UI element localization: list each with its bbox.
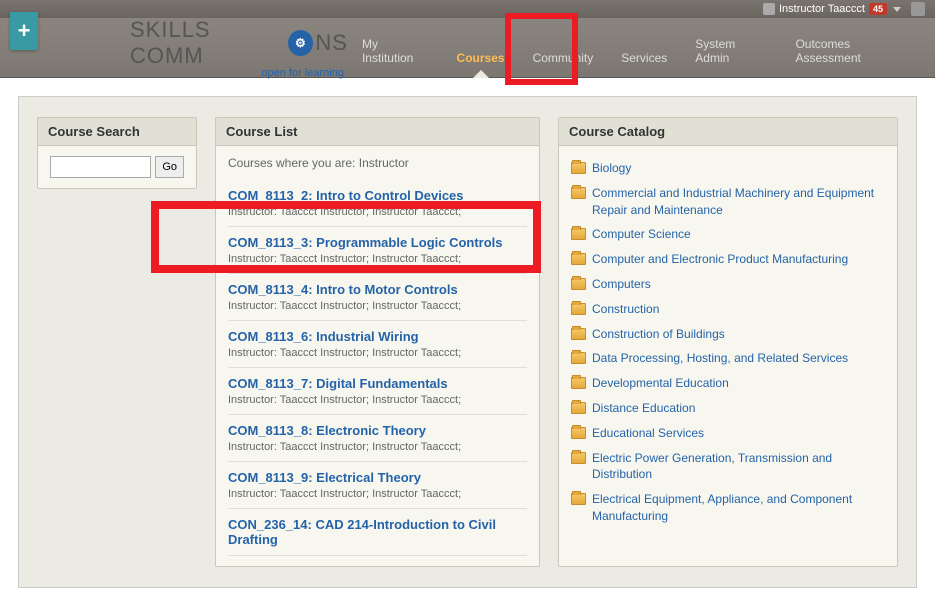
folder-icon xyxy=(571,303,586,315)
folder-icon xyxy=(571,452,586,464)
course-meta: Instructor: Taaccct Instructor; Instruct… xyxy=(228,300,527,312)
catalog-link[interactable]: Construction xyxy=(592,301,659,318)
catalog-item: Biology xyxy=(571,156,885,181)
course-link[interactable]: CON_236_14: CAD 214-Introduction to Civi… xyxy=(228,517,496,547)
course-meta: Instructor: Taaccct Instructor; Instruct… xyxy=(228,206,527,218)
catalog-item: Construction xyxy=(571,297,885,322)
main-nav: My Institution Courses Community Service… xyxy=(348,18,935,77)
user-icon xyxy=(763,3,775,15)
course-link[interactable]: COM_8113_3: Programmable Logic Controls xyxy=(228,235,503,250)
course-search-panel: Course Search Go xyxy=(37,117,197,189)
course-item: CON_236_14: CAD 214-Introduction to Civi… xyxy=(228,509,527,556)
add-button[interactable]: + xyxy=(10,12,38,50)
course-meta: Instructor: Taaccct Instructor; Instruct… xyxy=(228,488,527,500)
course-item: COM_8113_4: Intro to Motor Controls Instr… xyxy=(228,274,527,321)
folder-icon xyxy=(571,278,586,290)
logo-post: NS xyxy=(315,30,348,56)
user-menu[interactable]: Instructor Taaccct 45 xyxy=(763,2,925,16)
course-link[interactable]: COM_8113_8: Electronic Theory xyxy=(228,423,426,438)
catalog-item: Educational Services xyxy=(571,421,885,446)
logo-pre: SKILLS COMM xyxy=(130,17,286,69)
catalog-item: Developmental Education xyxy=(571,371,885,396)
course-catalog-panel: Course Catalog Biology Commercial and Ind… xyxy=(558,117,898,567)
folder-icon xyxy=(571,427,586,439)
catalog-link[interactable]: Developmental Education xyxy=(592,375,729,392)
course-list-intro: Courses where you are: Instructor xyxy=(228,156,527,170)
course-item: COM_8113_8: Electronic Theory Instructor:… xyxy=(228,415,527,462)
course-meta: Instructor: Taaccct Instructor; Instruct… xyxy=(228,441,527,453)
catalog-link[interactable]: Computer and Electronic Product Manufact… xyxy=(592,251,848,268)
logout-icon[interactable] xyxy=(911,2,925,16)
search-panel-title: Course Search xyxy=(38,118,196,146)
catalog-title: Course Catalog xyxy=(559,118,897,146)
catalog-link[interactable]: Distance Education xyxy=(592,400,695,417)
course-meta: Instructor: Taaccct Instructor; Instruct… xyxy=(228,394,527,406)
search-input[interactable] xyxy=(50,156,151,178)
course-item: COM_8113_2: Intro to Control Devices Inst… xyxy=(228,180,527,227)
course-item: COM_8113_7: Digital Fundamentals Instruct… xyxy=(228,368,527,415)
catalog-item: Data Processing, Hosting, and Related Se… xyxy=(571,346,885,371)
catalog-item: Electric Power Generation, Transmission … xyxy=(571,446,885,488)
logo[interactable]: SKILLS COMM ⚙ NS open for learning xyxy=(130,17,348,79)
catalog-item: Computer and Electronic Product Manufact… xyxy=(571,247,885,272)
nav-outcomes[interactable]: Outcomes Assessment xyxy=(781,37,925,77)
catalog-link[interactable]: Computers xyxy=(592,276,651,293)
course-meta: Instructor: Taaccct Instructor; Instruct… xyxy=(228,253,527,265)
catalog-link[interactable]: Data Processing, Hosting, and Related Se… xyxy=(592,350,848,367)
nav-services[interactable]: Services xyxy=(607,51,681,77)
course-item: COM_8113_6: Industrial Wiring Instructor:… xyxy=(228,321,527,368)
catalog-item: Construction of Buildings xyxy=(571,322,885,347)
folder-icon xyxy=(571,352,586,364)
course-link[interactable]: COM_8113_2: Intro to Control Devices xyxy=(228,188,464,203)
folder-icon xyxy=(571,253,586,265)
folder-icon xyxy=(571,493,586,505)
course-list-panel: Course List Courses where you are: Instr… xyxy=(215,117,540,567)
nav-system-admin[interactable]: System Admin xyxy=(681,37,781,77)
catalog-item: Electrical Equipment, Appliance, and Com… xyxy=(571,487,885,529)
nav-community[interactable]: Community xyxy=(519,51,608,77)
content: Course Search Go Course List Courses whe… xyxy=(18,96,917,588)
catalog-item: Distance Education xyxy=(571,396,885,421)
folder-icon xyxy=(571,402,586,414)
catalog-item: Commercial and Industrial Machinery and … xyxy=(571,181,885,223)
nav-courses[interactable]: Courses xyxy=(443,51,519,77)
course-meta: Instructor: Taaccct Instructor; Instruct… xyxy=(228,347,527,359)
notification-badge: 45 xyxy=(869,3,887,15)
catalog-link[interactable]: Computer Science xyxy=(592,226,691,243)
catalog-link[interactable]: Educational Services xyxy=(592,425,704,442)
search-go-button[interactable]: Go xyxy=(155,156,184,178)
username-label: Instructor Taaccct xyxy=(779,3,865,15)
folder-icon xyxy=(571,187,586,199)
catalog-link[interactable]: Biology xyxy=(592,160,631,177)
logo-gear-icon: ⚙ xyxy=(288,30,313,56)
header: + SKILLS COMM ⚙ NS open for learning My … xyxy=(0,18,935,78)
logo-text: SKILLS COMM ⚙ NS xyxy=(130,17,348,69)
course-item: COM_8113_9: Electrical Theory Instructor:… xyxy=(228,462,527,509)
catalog-item: Computers xyxy=(571,272,885,297)
catalog-link[interactable]: Electrical Equipment, Appliance, and Com… xyxy=(592,491,885,525)
course-list-title: Course List xyxy=(216,118,539,146)
catalog-link[interactable]: Commercial and Industrial Machinery and … xyxy=(592,185,885,219)
caret-down-icon xyxy=(893,7,901,12)
catalog-link[interactable]: Construction of Buildings xyxy=(592,326,725,343)
folder-icon xyxy=(571,377,586,389)
catalog-item: Computer Science xyxy=(571,222,885,247)
folder-icon xyxy=(571,328,586,340)
folder-icon xyxy=(571,162,586,174)
course-item: COM_8113_3: Programmable Logic Controls I… xyxy=(228,227,527,274)
course-link[interactable]: COM_8113_7: Digital Fundamentals xyxy=(228,376,448,391)
course-link[interactable]: COM_8113_4: Intro to Motor Controls xyxy=(228,282,458,297)
course-link[interactable]: COM_8113_6: Industrial Wiring xyxy=(228,329,419,344)
catalog-link[interactable]: Electric Power Generation, Transmission … xyxy=(592,450,885,484)
course-link[interactable]: COM_8113_9: Electrical Theory xyxy=(228,470,421,485)
folder-icon xyxy=(571,228,586,240)
nav-my-institution[interactable]: My Institution xyxy=(348,37,443,77)
top-bar: Instructor Taaccct 45 xyxy=(0,0,935,18)
logo-tagline: open for learning xyxy=(130,67,348,79)
